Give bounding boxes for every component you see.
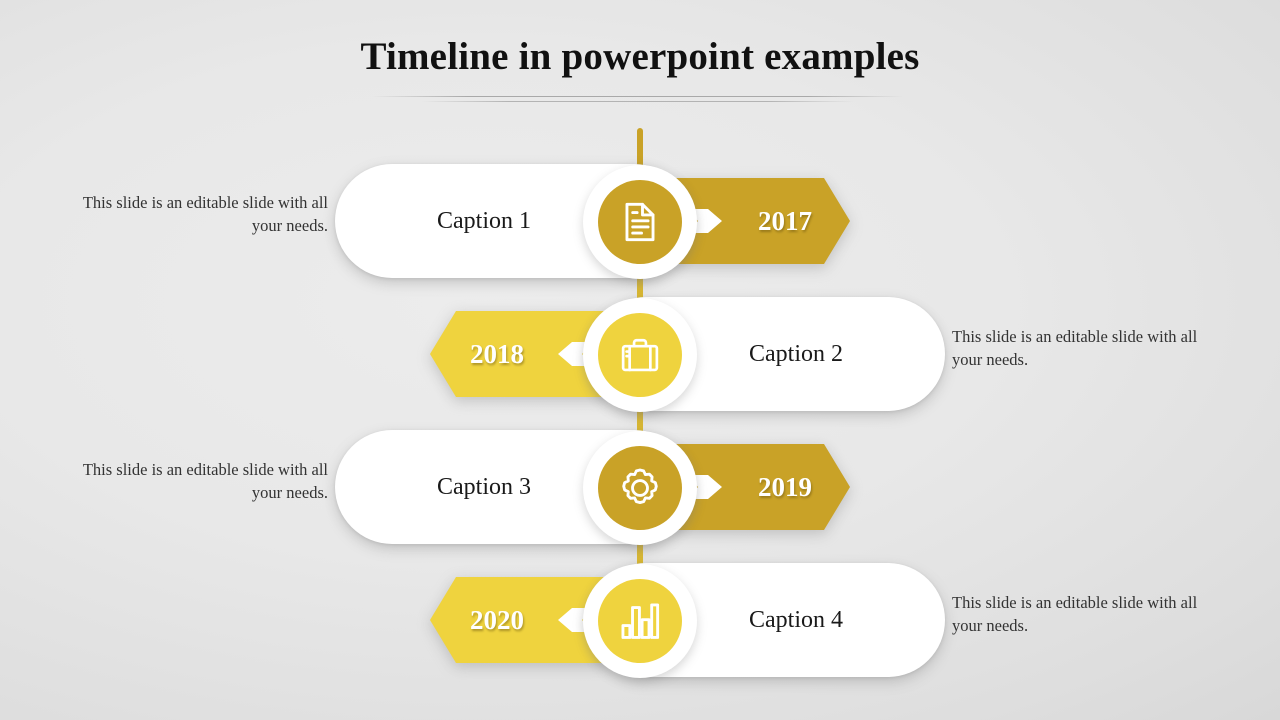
briefcase-icon — [621, 338, 659, 372]
timeline-node-1[interactable] — [583, 165, 697, 279]
timeline-node-3[interactable] — [583, 431, 697, 545]
node-disc — [598, 446, 682, 530]
timeline-node-2[interactable] — [583, 298, 697, 412]
year-label: 2019 — [758, 471, 812, 502]
description-3: This slide is an editable slide with all… — [82, 460, 328, 502]
node-disc — [598, 180, 682, 264]
gear-icon — [622, 468, 658, 505]
caption-label: Caption 1 — [437, 207, 531, 234]
year-label: 2017 — [758, 205, 812, 236]
timeline-diagram: 2017 Caption 1 2018 Caption 2 2019 Capti… — [0, 0, 1280, 720]
node-disc — [598, 313, 682, 397]
description-1: This slide is an editable slide with all… — [82, 193, 328, 235]
description-2: This slide is an editable slide with all… — [952, 327, 1198, 369]
year-label: 2018 — [470, 338, 524, 369]
caption-label: Caption 4 — [749, 606, 843, 633]
description-4: This slide is an editable slide with all… — [952, 593, 1198, 635]
timeline-node-4[interactable] — [583, 564, 697, 678]
document-icon — [625, 202, 655, 242]
caption-label: Caption 3 — [437, 473, 531, 500]
chart-bar-icon — [621, 603, 660, 639]
year-label: 2020 — [470, 604, 524, 635]
node-disc — [598, 579, 682, 663]
caption-label: Caption 2 — [749, 340, 843, 367]
